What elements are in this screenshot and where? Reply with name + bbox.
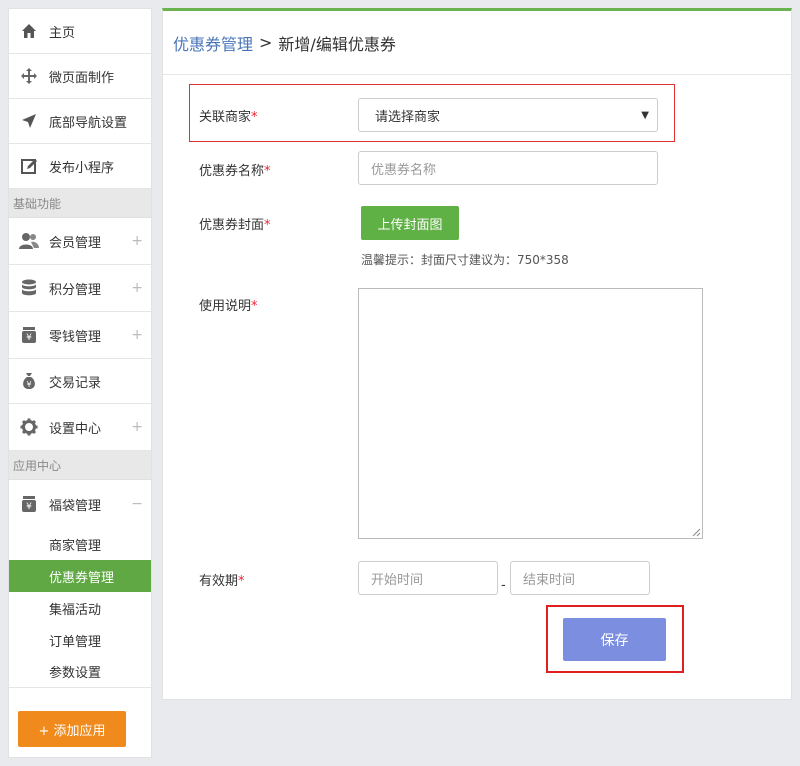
- sidebar-subitem-coupons[interactable]: 优惠券管理: [9, 560, 151, 592]
- main-panel: 优惠券管理 > 新增/编辑优惠券 关联商家* 请选择商家 ▼ 优惠券名称* 优惠…: [162, 8, 792, 700]
- cover-size-hint: 温馨提示：封面尺寸建议为：750*358: [361, 253, 569, 267]
- breadcrumb-separator: >: [259, 33, 273, 52]
- sidebar: 主页 微页面制作 底部导航设置 发布小程序 基础功能 会员管理 + 积分管理 +: [8, 8, 152, 758]
- required-mark: *: [264, 218, 271, 233]
- required-mark: *: [238, 574, 245, 589]
- yuan-jar-icon: ¥: [19, 325, 39, 345]
- merchant-select[interactable]: 请选择商家 ▼: [358, 98, 658, 132]
- start-time-input[interactable]: 开始时间: [358, 561, 498, 595]
- sidebar-item-lucky-bag[interactable]: ¥ 福袋管理 −: [9, 480, 151, 528]
- sidebar-item-label: 会员管理: [49, 235, 102, 251]
- sidebar-item-micro-page[interactable]: 微页面制作: [9, 54, 151, 99]
- coupon-cover-label-text: 优惠券封面: [199, 218, 265, 233]
- sidebar-item-points[interactable]: 积分管理 +: [9, 265, 151, 312]
- sidebar-subitem-merchants[interactable]: 商家管理: [9, 528, 151, 560]
- expand-plus-icon[interactable]: +: [131, 419, 143, 435]
- svg-text:¥: ¥: [26, 380, 31, 389]
- database-icon: [19, 278, 39, 298]
- yuan-jar-icon: ¥: [19, 494, 39, 514]
- usage-label-text: 使用说明: [199, 299, 252, 314]
- sidebar-item-change[interactable]: ¥ 零钱管理 +: [9, 312, 151, 359]
- section-app-center: 应用中心: [9, 451, 151, 480]
- svg-text:¥: ¥: [26, 333, 32, 343]
- add-app-button[interactable]: + 添加应用: [18, 711, 126, 747]
- required-mark: *: [251, 110, 258, 125]
- end-time-input[interactable]: 结束时间: [510, 561, 650, 595]
- sidebar-item-home[interactable]: 主页: [9, 9, 151, 54]
- usage-label: 使用说明*: [199, 295, 258, 314]
- svg-text:¥: ¥: [26, 502, 32, 512]
- breadcrumb-parent-link[interactable]: 优惠券管理: [173, 31, 253, 55]
- users-icon: [19, 231, 39, 251]
- sidebar-item-label: 微页面制作: [49, 70, 115, 86]
- coupon-cover-label: 优惠券封面*: [199, 214, 271, 233]
- merchant-label: 关联商家*: [199, 106, 258, 125]
- expand-plus-icon[interactable]: +: [131, 233, 143, 249]
- sidebar-item-label: 交易记录: [49, 375, 102, 391]
- money-bag-icon: ¥: [19, 371, 39, 391]
- coupon-name-input[interactable]: 优惠券名称: [358, 151, 658, 185]
- sidebar-item-label: 发布小程序: [49, 160, 115, 176]
- range-separator: -: [501, 578, 506, 593]
- sidebar-item-label: 主页: [49, 25, 76, 41]
- sidebar-item-label: 底部导航设置: [49, 115, 128, 131]
- collapse-minus-icon[interactable]: −: [131, 496, 143, 512]
- move-icon: [19, 66, 39, 86]
- sidebar-item-transactions[interactable]: ¥ 交易记录: [9, 359, 151, 404]
- sidebar-item-label: 零钱管理: [49, 329, 102, 345]
- sidebar-item-publish[interactable]: 发布小程序: [9, 144, 151, 189]
- breadcrumb: 优惠券管理 > 新增/编辑优惠券: [163, 11, 791, 75]
- required-mark: *: [251, 299, 258, 314]
- usage-textarea[interactable]: [358, 288, 703, 539]
- sidebar-item-bottom-nav[interactable]: 底部导航设置: [9, 99, 151, 144]
- sidebar-subitem-collect-blessing[interactable]: 集福活动: [9, 592, 151, 624]
- sidebar-item-label: 福袋管理: [49, 498, 102, 514]
- sidebar-item-label: 设置中心: [49, 421, 102, 437]
- edit-icon: [19, 156, 39, 176]
- section-basic-functions: 基础功能: [9, 189, 151, 218]
- home-icon: [19, 21, 39, 41]
- validity-label: 有效期*: [199, 570, 245, 589]
- required-mark: *: [264, 164, 271, 179]
- resize-grip-icon[interactable]: [691, 527, 701, 537]
- navigation-arrow-icon: [19, 111, 39, 131]
- upload-cover-button[interactable]: 上传封面图: [361, 206, 459, 240]
- sidebar-subitem-orders[interactable]: 订单管理: [9, 624, 151, 656]
- validity-label-text: 有效期: [199, 574, 239, 589]
- save-button[interactable]: 保存: [563, 618, 666, 661]
- sidebar-item-settings[interactable]: 设置中心 +: [9, 404, 151, 451]
- expand-plus-icon[interactable]: +: [131, 327, 143, 343]
- merchant-select-value: 请选择商家: [375, 109, 441, 125]
- expand-plus-icon[interactable]: +: [131, 280, 143, 296]
- sidebar-item-members[interactable]: 会员管理 +: [9, 218, 151, 265]
- sidebar-subitem-params[interactable]: 参数设置: [9, 656, 151, 688]
- sidebar-item-label: 积分管理: [49, 282, 102, 298]
- merchant-label-text: 关联商家: [199, 110, 252, 125]
- coupon-name-label-text: 优惠券名称: [199, 164, 265, 179]
- breadcrumb-current: 新增/编辑优惠券: [278, 34, 396, 54]
- chevron-down-icon: ▼: [641, 109, 649, 121]
- gear-icon: [19, 417, 39, 437]
- coupon-name-label: 优惠券名称*: [199, 160, 271, 179]
